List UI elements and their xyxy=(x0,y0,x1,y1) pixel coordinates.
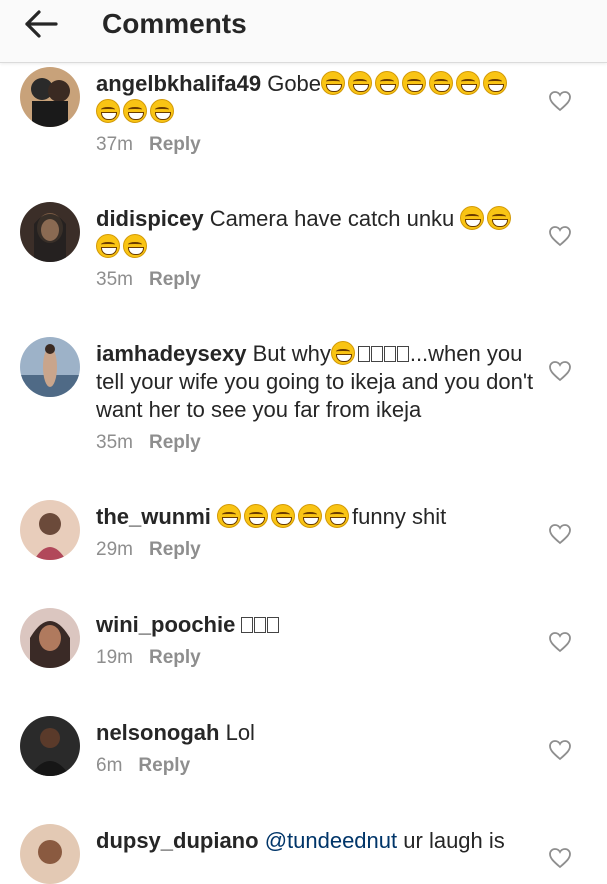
reply-button[interactable]: Reply xyxy=(138,755,190,776)
laughing-emoji-icon xyxy=(123,99,147,123)
reply-button[interactable]: Reply xyxy=(149,432,201,453)
avatar[interactable] xyxy=(20,202,80,262)
comment-body: funny shit xyxy=(352,504,447,529)
missing-glyph-icon xyxy=(383,346,396,362)
comment-time: 19m xyxy=(96,647,133,668)
comment-text: dupsy_dupiano @tundeednut ur laugh is xyxy=(96,827,537,855)
laughing-emoji-icon xyxy=(244,504,269,528)
page-title: Comments xyxy=(102,8,247,39)
comment-username[interactable]: didispicey xyxy=(96,206,204,231)
laughing-emoji-icon xyxy=(460,206,485,230)
comment-text: iamhadeysexy But why ...when you tell you… xyxy=(96,340,537,424)
comment-username[interactable]: the_wunmi xyxy=(96,504,211,529)
comment-item: the_wunmi funny shit 29m Reply xyxy=(0,495,607,603)
laughing-emoji-icon xyxy=(123,234,147,258)
comment-time: 37m xyxy=(96,134,133,155)
comment-body: Camera have catch unku xyxy=(209,206,455,231)
heart-outline-icon[interactable] xyxy=(548,847,572,869)
comment-meta: 29m Reply xyxy=(96,539,537,563)
reply-button[interactable]: Reply xyxy=(149,647,201,668)
comment-item: nelsonogah Lol 6m Reply xyxy=(0,711,607,819)
laughing-emoji-icon xyxy=(150,99,174,123)
avatar[interactable] xyxy=(20,716,80,776)
comment-username[interactable]: iamhadeysexy xyxy=(96,341,246,366)
comment-time: 35m xyxy=(96,432,133,453)
missing-glyph-icon xyxy=(370,346,383,362)
comment-text: didispicey Camera have catch unku xyxy=(96,205,537,261)
avatar[interactable] xyxy=(20,67,80,127)
comment-body: Lol xyxy=(225,720,255,745)
comment-meta: 35m Reply xyxy=(96,269,537,293)
mention-link[interactable]: @tundeednut xyxy=(265,828,397,853)
back-button[interactable] xyxy=(20,6,64,42)
comment-text: wini_poochie xyxy=(96,611,537,639)
reply-button[interactable]: Reply xyxy=(149,134,201,155)
missing-glyph-icon xyxy=(254,617,267,633)
avatar[interactable] xyxy=(20,824,80,884)
laughing-emoji-icon xyxy=(298,504,323,528)
comment-item: didispicey Camera have catch unku 35m Rep… xyxy=(0,197,607,332)
comment-list: angelbkhalifa49 Gobe 37m Reply didispicey… xyxy=(0,62,607,884)
laughing-emoji-icon xyxy=(96,234,120,258)
heart-outline-icon[interactable] xyxy=(548,360,572,382)
comment-text: angelbkhalifa49 Gobe xyxy=(96,70,537,126)
laughing-emoji-icon xyxy=(330,341,355,365)
laughing-emoji-icon xyxy=(96,99,120,123)
heart-outline-icon[interactable] xyxy=(548,739,572,761)
laughing-emoji-icon xyxy=(487,206,512,230)
heart-outline-icon[interactable] xyxy=(548,631,572,653)
comment-item: iamhadeysexy But why ...when you tell you… xyxy=(0,332,607,495)
comment-item: angelbkhalifa49 Gobe 37m Reply xyxy=(0,62,607,197)
comment-body-start: But why xyxy=(252,341,331,366)
laughing-emoji-icon xyxy=(483,71,508,95)
comment-item: wini_poochie 19m Reply xyxy=(0,603,607,711)
laughing-emoji-icon xyxy=(348,71,373,95)
reply-button[interactable]: Reply xyxy=(149,539,201,560)
comment-body: ur laugh is xyxy=(403,828,505,853)
missing-glyph-icon xyxy=(357,346,370,362)
emoji-group xyxy=(217,504,352,529)
comment-meta: 19m Reply xyxy=(96,647,537,671)
comment-time: 29m xyxy=(96,539,133,560)
heart-outline-icon[interactable] xyxy=(548,225,572,247)
top-bar: Comments xyxy=(0,0,607,63)
heart-outline-icon[interactable] xyxy=(548,523,572,545)
comment-username[interactable]: nelsonogah xyxy=(96,720,219,745)
avatar[interactable] xyxy=(20,337,80,397)
laughing-emoji-icon xyxy=(321,71,346,95)
comment-text: nelsonogah Lol xyxy=(96,719,537,747)
comment-time: 6m xyxy=(96,755,123,776)
comment-username[interactable]: wini_poochie xyxy=(96,612,235,637)
avatar[interactable] xyxy=(20,608,80,668)
laughing-emoji-icon xyxy=(402,71,427,95)
laughing-emoji-icon xyxy=(375,71,400,95)
avatar[interactable] xyxy=(20,500,80,560)
comment-meta: 37m Reply xyxy=(96,134,537,158)
unrendered-glyphs xyxy=(241,612,280,637)
comment-body: Gobe xyxy=(267,71,322,96)
heart-outline-icon[interactable] xyxy=(548,90,572,112)
missing-glyph-icon xyxy=(267,617,280,633)
comment-username[interactable]: dupsy_dupiano xyxy=(96,828,259,853)
laughing-emoji-icon xyxy=(456,71,481,95)
arrow-left-icon xyxy=(25,10,58,38)
comment-text: the_wunmi funny shit xyxy=(96,503,537,531)
comment-username[interactable]: angelbkhalifa49 xyxy=(96,71,261,96)
laughing-emoji-icon xyxy=(217,504,242,528)
missing-glyph-icon xyxy=(241,617,254,633)
comment-meta: 6m Reply xyxy=(96,755,537,779)
laughing-emoji-icon xyxy=(429,71,454,95)
comment-item: dupsy_dupiano @tundeednut ur laugh is xyxy=(0,819,607,884)
comment-time: 35m xyxy=(96,269,133,290)
missing-glyph-icon xyxy=(396,346,409,362)
comment-meta: 35m Reply xyxy=(96,432,537,456)
unrendered-glyphs xyxy=(357,341,410,366)
laughing-emoji-icon xyxy=(271,504,296,528)
reply-button[interactable]: Reply xyxy=(149,269,201,290)
laughing-emoji-icon xyxy=(325,504,350,528)
